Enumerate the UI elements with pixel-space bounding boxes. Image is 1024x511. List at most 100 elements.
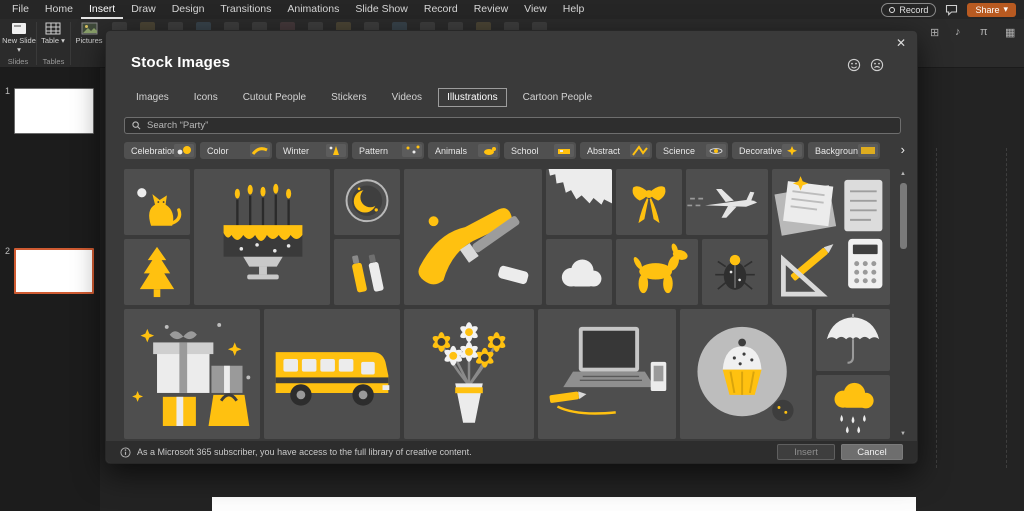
tab-icons[interactable]: Icons [185, 88, 227, 107]
illustration-grid [124, 169, 890, 439]
feedback-smile-icon[interactable] [847, 58, 861, 72]
category-chip-science[interactable]: Science [656, 142, 728, 159]
category-thumbnail [326, 144, 346, 157]
info-icon [120, 447, 131, 458]
category-chip-celebration[interactable]: Celebration [124, 142, 196, 159]
caret-down-icon: ▾ [17, 45, 21, 54]
dialog-title: Stock Images [131, 54, 230, 71]
stock-illustration-markers[interactable] [334, 239, 400, 305]
stock-illustration-beetle[interactable] [702, 239, 768, 305]
insert-button[interactable]: Insert [777, 444, 835, 460]
menu-view[interactable]: View [516, 0, 555, 19]
stock-illustration-cat[interactable] [124, 169, 190, 235]
canvas-guide [936, 148, 937, 468]
tab-cutout-people[interactable]: Cutout People [234, 88, 315, 107]
comments-button[interactable] [945, 4, 958, 16]
category-thumbnail [630, 144, 650, 157]
speech-bubble-icon [945, 4, 958, 16]
menu-home[interactable]: Home [37, 0, 81, 19]
tab-videos[interactable]: Videos [383, 88, 431, 107]
new-slide-button[interactable]: New Slide ▾ [2, 22, 36, 54]
ribbon-icon[interactable]: ⊞ [930, 26, 939, 39]
stock-illustration-umbrella[interactable] [816, 309, 890, 371]
tab-illustrations[interactable]: Illustrations [438, 88, 507, 107]
share-button[interactable]: Share ▾ [967, 3, 1016, 17]
menu-record[interactable]: Record [416, 0, 466, 19]
scrollbar-thumb[interactable] [900, 183, 907, 249]
search-input[interactable] [147, 120, 893, 131]
ribbon-separator [70, 22, 71, 65]
category-chip-abstract[interactable]: Abstract [580, 142, 652, 159]
stock-illustration-gift-boxes[interactable] [124, 309, 260, 439]
table-icon [45, 22, 61, 35]
chevron-right-icon[interactable]: › [901, 141, 905, 158]
ribbon-icon[interactable]: ▦ [1005, 26, 1015, 39]
menu-insert[interactable]: Insert [81, 0, 123, 19]
category-chip-animals[interactable]: Animals [428, 142, 500, 159]
record-label: Record [899, 5, 928, 15]
category-chip-school[interactable]: School [504, 142, 576, 159]
stock-illustration-cloud[interactable] [546, 239, 612, 305]
stock-illustration-rain-cloud[interactable] [816, 375, 890, 439]
stock-illustration-paint-tools[interactable] [404, 169, 542, 305]
stock-illustration-cupcake[interactable] [680, 309, 812, 439]
scroll-down-icon[interactable]: ▼ [898, 429, 908, 439]
menu-bar: File Home Insert Draw Design Transitions… [0, 0, 1024, 19]
stock-illustration-christmas-tree[interactable] [124, 239, 190, 305]
share-label: Share [975, 5, 999, 15]
category-chip-pattern[interactable]: Pattern [352, 142, 424, 159]
pictures-button[interactable]: Pictures [72, 22, 106, 46]
category-chip-decorative[interactable]: Decorative [732, 142, 804, 159]
stock-illustration-desk-supplies[interactable] [772, 169, 890, 305]
category-chip-color[interactable]: Color [200, 142, 272, 159]
menu-design[interactable]: Design [164, 0, 213, 19]
stock-illustration-laptop-workspace[interactable] [538, 309, 676, 439]
canvas-guide [1006, 148, 1007, 468]
stock-illustration-gift-bow[interactable] [616, 169, 682, 235]
scroll-up-icon[interactable]: ▲ [898, 169, 908, 179]
menu-slide-show[interactable]: Slide Show [347, 0, 416, 19]
category-thumbnail [782, 144, 802, 157]
category-chip-winter[interactable]: Winter [276, 142, 348, 159]
table-button[interactable]: Table ▾ [38, 22, 68, 46]
tab-cartoon-people[interactable]: Cartoon People [514, 88, 602, 107]
category-thumbnail [706, 144, 726, 157]
slide-thumbnail-1[interactable] [14, 88, 94, 134]
slide-surface[interactable] [212, 497, 916, 511]
feedback-frown-icon[interactable] [870, 58, 884, 72]
ribbon-group-slides: Slides [0, 57, 36, 66]
slide-number: 2 [5, 246, 10, 256]
stock-illustration-moon[interactable] [334, 169, 400, 235]
cancel-button[interactable]: Cancel [841, 444, 903, 460]
ribbon-icon[interactable]: ♪ [955, 26, 961, 38]
category-chips: Celebration Color Winter Pattern Animals… [124, 142, 880, 159]
ribbon-icon[interactable]: π [980, 26, 988, 38]
category-thumbnail [174, 144, 194, 157]
tab-images[interactable]: Images [127, 88, 178, 107]
caret-down-icon: ▾ [61, 36, 65, 45]
menu-transitions[interactable]: Transitions [212, 0, 279, 19]
menu-bar-right: Record Share ▾ [881, 3, 1024, 17]
tab-stickers[interactable]: Stickers [322, 88, 376, 107]
menu-help[interactable]: Help [555, 0, 593, 19]
slide-number: 1 [5, 86, 10, 96]
stock-illustration-airplane[interactable] [686, 169, 768, 235]
record-button[interactable]: Record [881, 3, 936, 17]
slide-thumbnail-panel: 1 2 [0, 68, 100, 511]
stock-illustration-school-bus[interactable] [264, 309, 400, 439]
category-thumbnail [478, 144, 498, 157]
stock-illustration-balloon-dog[interactable] [616, 239, 698, 305]
menu-animations[interactable]: Animations [279, 0, 347, 19]
menu-file[interactable]: File [4, 0, 37, 19]
close-icon[interactable]: ✕ [896, 36, 906, 50]
search-icon [132, 121, 141, 130]
menu-review[interactable]: Review [466, 0, 516, 19]
slide-thumbnail-2[interactable] [14, 248, 94, 294]
category-thumbnail [554, 144, 574, 157]
menu-draw[interactable]: Draw [123, 0, 164, 19]
category-chip-background[interactable]: Background [808, 142, 880, 159]
ribbon-group-tables: Tables [37, 57, 70, 66]
stock-illustration-torn-paper[interactable] [546, 169, 612, 235]
stock-illustration-flower-bouquet[interactable] [404, 309, 534, 439]
stock-illustration-birthday-cake[interactable] [194, 169, 330, 305]
